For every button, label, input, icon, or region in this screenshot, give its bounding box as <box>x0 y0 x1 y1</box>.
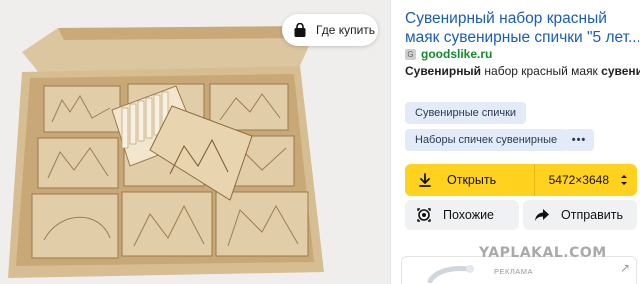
share-arrow-icon <box>533 206 551 224</box>
result-title-line2: маяк сувенирные спички "5 лет... <box>405 29 639 46</box>
where-to-buy-label: Где купить <box>316 23 376 37</box>
updown-arrows-icon[interactable] <box>617 173 631 187</box>
similar-label: Похожие <box>443 208 495 222</box>
site-favicon-icon: G <box>405 48 416 60</box>
more-tags-button[interactable]: ••• <box>564 129 594 151</box>
ad-thumbnail <box>427 265 474 283</box>
shopping-bag-icon <box>292 22 308 38</box>
image-size-select[interactable]: 5472×3648 <box>535 173 617 187</box>
open-image-button[interactable]: Открыть 5472×3648 <box>405 164 637 196</box>
where-to-buy-button[interactable]: Где купить <box>282 14 378 46</box>
ad-external-icon: ↗ <box>619 261 630 275</box>
share-label: Отправить <box>561 208 623 222</box>
tag-chip[interactable]: Сувенирные спички <box>405 102 527 124</box>
source-site[interactable]: G goodslike.ru <box>405 47 492 61</box>
result-info-panel: Сувенирный набор красный маяк сувенирные… <box>390 0 640 284</box>
desc-text: набор красный маяк <box>481 64 602 78</box>
open-label: Открыть <box>447 173 497 187</box>
result-title-line1: Сувенирный набор красный <box>405 10 607 27</box>
site-domain[interactable]: goodslike.ru <box>421 47 492 61</box>
desc-bold-2: сувени <box>601 64 640 78</box>
share-button[interactable]: Отправить <box>523 200 637 230</box>
result-description: Сувенирный набор красный маяк сувени <box>405 64 640 78</box>
image-preview-panel[interactable]: Где купить <box>0 0 390 284</box>
watermark: YAPLAKAL.COM <box>479 245 607 261</box>
result-title-link[interactable]: Сувенирный набор красный маяк сувенирные… <box>405 9 639 47</box>
lens-icon <box>415 206 433 224</box>
ad-label: РЕКЛАМА <box>494 267 534 276</box>
desc-bold-1: Сувенирный <box>405 64 482 78</box>
similar-images-button[interactable]: Похожие <box>405 200 519 230</box>
download-icon <box>417 172 433 188</box>
image-viewer: Где купить Сувенирный набор красный маяк… <box>0 0 640 284</box>
tag-chip[interactable]: Наборы спичек сувенирные <box>405 129 568 151</box>
